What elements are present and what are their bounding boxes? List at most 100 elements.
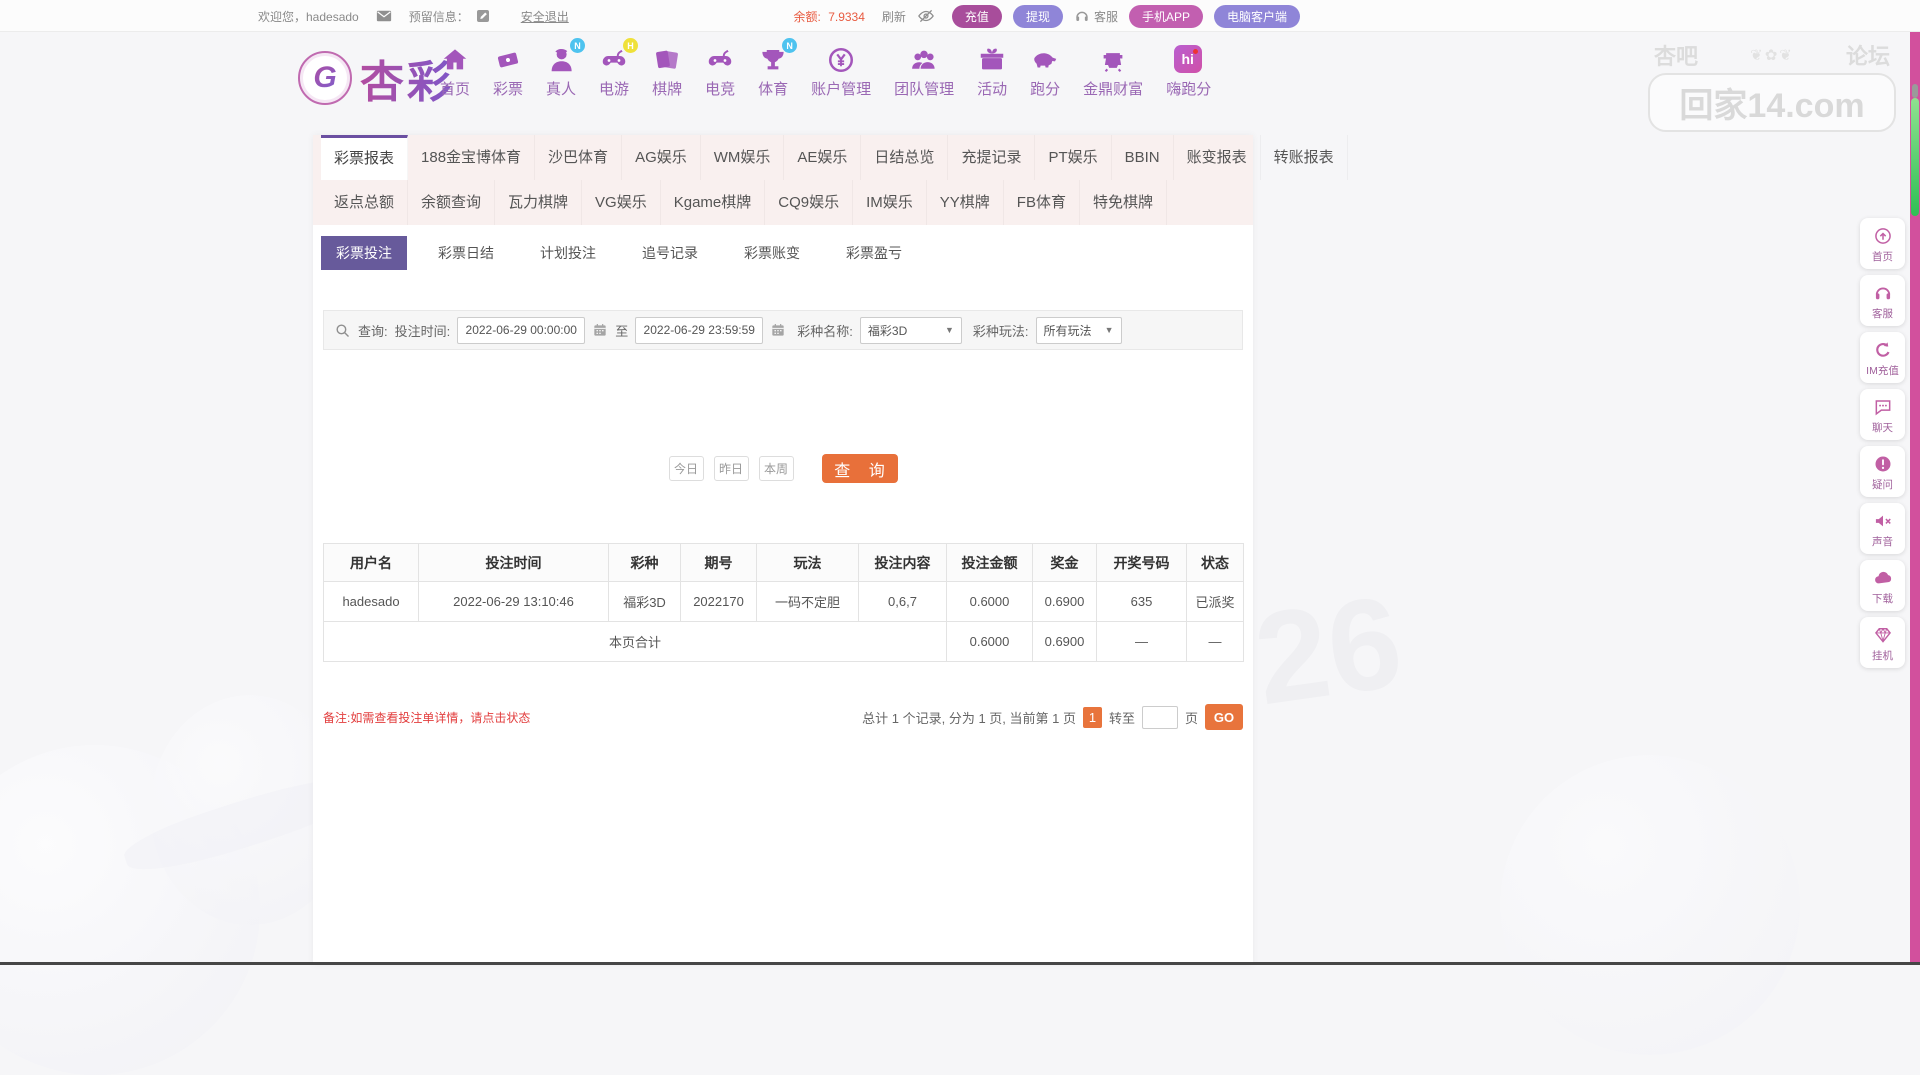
- goto-page-input[interactable]: [1141, 705, 1178, 729]
- tab-item[interactable]: AE娱乐: [784, 135, 861, 180]
- nav-item-6[interactable]: 电竞: [705, 45, 735, 99]
- query-label: 查询:: [358, 323, 388, 339]
- tab-item[interactable]: BBIN: [1112, 135, 1174, 180]
- nav-item-label: 真人: [546, 81, 577, 98]
- nav-item-5[interactable]: 棋牌: [652, 45, 682, 99]
- sidebar-item-7[interactable]: 下载: [1860, 560, 1905, 611]
- note-text: 备注:如需查看投注单详情，请点击状态: [323, 710, 531, 725]
- recharge-icon: [1873, 340, 1893, 360]
- tab-item[interactable]: FB体育: [1004, 180, 1080, 225]
- scrollbar-cap: [1912, 84, 1918, 98]
- tab-item[interactable]: 日结总览: [861, 135, 948, 180]
- quick-date-row: 今日 昨日 本周 查 询: [313, 454, 1253, 483]
- go-button[interactable]: GO: [1205, 704, 1243, 730]
- tab-item[interactable]: 彩票报表: [321, 135, 409, 180]
- tab-item[interactable]: 特免棋牌: [1080, 180, 1167, 225]
- tab-item[interactable]: 充提记录: [948, 135, 1035, 180]
- watermark-domain: 回家14.com: [1648, 73, 1896, 132]
- nav-badge-N: N: [570, 38, 586, 53]
- nav-item-8[interactable]: 账户管理: [811, 45, 871, 99]
- subtab-item[interactable]: 追号记录: [627, 236, 713, 270]
- sound-muted-icon: [1873, 511, 1893, 531]
- team-icon: [909, 45, 939, 75]
- table-header-cell: 开奖号码: [1096, 543, 1187, 582]
- nav-item-2[interactable]: 彩票: [493, 45, 523, 99]
- tab-item[interactable]: IM娱乐: [853, 180, 927, 225]
- tab-item[interactable]: 沙巴体育: [535, 135, 622, 180]
- table-header-cell: 奖金: [1032, 543, 1097, 582]
- main-panel: 彩票报表 188金宝博体育 沙巴体育 AG娱乐 WM娱乐 AE娱乐 日结总览 充提记录 PT娱乐…: [313, 135, 1334, 965]
- sidebar-item-2[interactable]: 客服: [1860, 275, 1905, 326]
- scrollbar-track[interactable]: [1910, 32, 1920, 965]
- tab-item[interactable]: CQ9娱乐: [765, 180, 853, 225]
- today-button[interactable]: 今日: [668, 456, 704, 481]
- subtab-item[interactable]: 彩票日结: [423, 236, 509, 270]
- tab-item[interactable]: 转账报表: [1261, 135, 1348, 180]
- sidebar-item-1[interactable]: 首页: [1860, 218, 1905, 269]
- nav-item-7[interactable]: N 体育: [758, 38, 798, 99]
- nav-item-10[interactable]: 活动: [977, 45, 1007, 99]
- tab-item[interactable]: AG娱乐: [622, 135, 701, 180]
- current-page-button[interactable]: 1: [1082, 706, 1102, 728]
- yesterday-button[interactable]: 昨日: [713, 456, 749, 481]
- nav-item-4[interactable]: H 电游: [599, 38, 639, 99]
- this-week-button[interactable]: 本周: [758, 456, 794, 481]
- tab-item[interactable]: VG娱乐: [582, 180, 661, 225]
- tab-item[interactable]: WM娱乐: [701, 135, 785, 180]
- sidebar-item-5[interactable]: 疑问: [1860, 446, 1905, 497]
- sidebar-item-label: 下载: [1872, 593, 1893, 605]
- table-cell: 635: [1096, 581, 1187, 622]
- mobile-app-button[interactable]: 手机APP: [1128, 4, 1203, 28]
- edit-pencil-icon[interactable]: [475, 8, 491, 24]
- play-type-select[interactable]: 所有玩法 ▼: [1035, 316, 1122, 344]
- scrollbar-thumb[interactable]: [1911, 98, 1919, 216]
- nav-item-label: 金鼎财富: [1083, 81, 1144, 98]
- table-body: hadesado 2022-06-29 13:10:46 福彩3D 2022170 一码…: [323, 581, 1244, 662]
- tab-item[interactable]: 余额查询: [408, 180, 495, 225]
- tab-item[interactable]: Kgame棋牌: [661, 180, 766, 225]
- table-header-cell: 彩种: [608, 543, 681, 582]
- subtab-item[interactable]: 计划投注: [525, 236, 611, 270]
- status-badge[interactable]: 已派奖: [1186, 581, 1244, 622]
- to-label: 至: [615, 323, 629, 339]
- nav-item-3[interactable]: N 真人: [546, 38, 586, 99]
- subtab-item[interactable]: 彩票盈亏: [831, 236, 917, 270]
- customer-service-link[interactable]: 客服: [1074, 8, 1118, 25]
- logout-link[interactable]: 安全退出: [521, 8, 569, 25]
- nav-item-1[interactable]: 首页: [440, 45, 470, 99]
- withdraw-button[interactable]: 提现: [1012, 4, 1063, 28]
- calendar-icon[interactable]: [592, 322, 608, 338]
- footer-row: 备注:如需查看投注单详情，请点击状态 总计 1 个记录, 分为 1 页, 当前第…: [323, 704, 1243, 730]
- subtab-item[interactable]: 彩票账变: [729, 236, 815, 270]
- tab-item[interactable]: 账变报表: [1174, 135, 1261, 180]
- gift-icon: [977, 45, 1007, 75]
- deposit-button[interactable]: 充值: [951, 4, 1002, 28]
- bet-time-to-input[interactable]: [635, 316, 764, 344]
- table-header-cell: 投注时间: [418, 543, 609, 582]
- eye-off-icon[interactable]: [917, 7, 935, 25]
- tab-item[interactable]: 瓦力棋牌: [495, 180, 582, 225]
- sidebar-item-3[interactable]: IM充值: [1860, 332, 1905, 383]
- sidebar-item-label: 客服: [1872, 308, 1893, 320]
- subtab-item[interactable]: 彩票投注: [321, 236, 407, 270]
- nav-item-13[interactable]: hi 嗨跑分: [1166, 45, 1211, 99]
- nav-item-11[interactable]: 跑分: [1030, 45, 1060, 99]
- sidebar-item-8[interactable]: 挂机: [1860, 617, 1905, 668]
- tab-item[interactable]: PT娱乐: [1035, 135, 1111, 180]
- tab-item[interactable]: 返点总额: [321, 180, 408, 225]
- nav-item-12[interactable]: 金鼎财富: [1083, 45, 1143, 99]
- goto-label: 转至: [1108, 710, 1135, 726]
- tab-item[interactable]: YY棋牌: [927, 180, 1004, 225]
- nav-item-9[interactable]: 团队管理: [894, 45, 954, 99]
- pc-client-button[interactable]: 电脑客户端: [1213, 4, 1300, 28]
- site-logo[interactable]: G 杏彩: [298, 46, 454, 110]
- tab-item[interactable]: 188金宝博体育: [408, 135, 535, 180]
- sidebar-item-6[interactable]: 声音: [1860, 503, 1905, 554]
- sidebar-item-4[interactable]: 聊天: [1860, 389, 1905, 440]
- calendar-icon[interactable]: [770, 322, 786, 338]
- mail-icon[interactable]: [375, 7, 393, 25]
- query-submit-button[interactable]: 查 询: [821, 454, 898, 483]
- lottery-name-select[interactable]: 福彩3D ▼: [859, 316, 962, 344]
- refresh-link[interactable]: 刷新: [882, 8, 906, 25]
- bet-time-from-input[interactable]: [457, 316, 586, 344]
